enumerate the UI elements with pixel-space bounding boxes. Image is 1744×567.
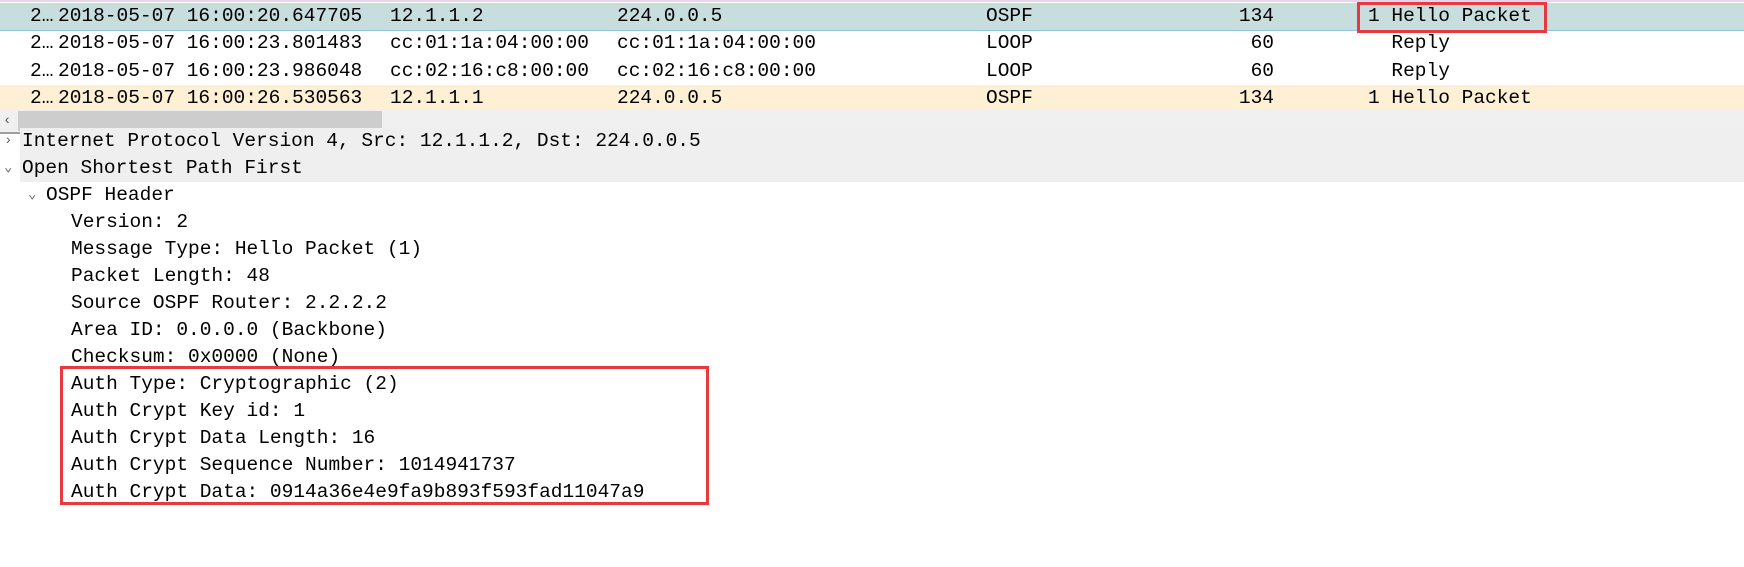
packet-src: cc:02:16:c8:00:00	[390, 59, 589, 82]
packet-src: 12.1.1.2	[390, 5, 484, 27]
packet-proto: OSPF	[986, 87, 1033, 110]
detail-row[interactable]: › Internet Protocol Version 4, Src: 12.1.…	[4, 128, 1744, 155]
packet-time: 2018-05-07 16:00:23.986048	[58, 59, 363, 82]
collapse-arrow-icon[interactable]: ⌄	[4, 155, 12, 182]
detail-row[interactable]: Area ID: 0.0.0.0 (Backbone)	[0, 317, 1744, 344]
packet-info: 1 Hello Packet	[1368, 87, 1532, 110]
packet-time: 2018-05-07 16:00:23.801483	[58, 32, 363, 55]
packet-len: 134	[1238, 87, 1274, 110]
detail-row[interactable]: Version: 2	[0, 209, 1744, 236]
packet-len: 134	[1238, 5, 1274, 27]
detail-row[interactable]: Packet Length: 48	[0, 263, 1744, 290]
packet-no: 2…	[30, 59, 54, 82]
packet-row[interactable]: 2… 2018-05-07 16:00:26.530563 12.1.1.1 224.…	[0, 85, 1744, 112]
packet-info: Reply	[1368, 32, 1450, 55]
highlight-box-info	[1357, 2, 1547, 33]
detail-row[interactable]: Message Type: Hello Packet (1)	[0, 236, 1744, 263]
packet-info: Reply	[1368, 59, 1450, 82]
packet-no: 2…	[30, 5, 54, 27]
detail-text: OSPF Header	[46, 184, 175, 206]
packet-no: 2…	[30, 32, 54, 55]
packet-no: 2…	[30, 87, 54, 110]
highlight-box-auth-fields	[60, 366, 709, 505]
collapse-arrow-icon[interactable]: ⌄	[28, 182, 36, 209]
detail-text: Packet Length: 48	[71, 265, 270, 287]
packet-src: cc:01:1a:04:00:00	[390, 32, 589, 55]
packet-src: 12.1.1.1	[390, 87, 484, 110]
packet-row[interactable]: 2… 2018-05-07 16:00:23.801483 cc:01:1a:04:…	[0, 30, 1744, 57]
detail-text: Source OSPF Router: 2.2.2.2	[71, 292, 387, 314]
detail-text: Version: 2	[71, 211, 189, 233]
packet-proto: LOOP	[986, 32, 1033, 55]
packet-proto: LOOP	[986, 59, 1033, 82]
detail-text: Message Type: Hello Packet (1)	[71, 238, 423, 260]
detail-row[interactable]: ⌄ Open Shortest Path First	[4, 155, 1744, 182]
packet-proto: OSPF	[986, 5, 1033, 27]
packet-len: 60	[1250, 59, 1274, 82]
detail-text: Open Shortest Path First	[22, 157, 303, 179]
packet-dst: 224.0.0.5	[617, 87, 723, 110]
detail-row[interactable]: Source OSPF Router: 2.2.2.2	[0, 290, 1744, 317]
packet-dst: cc:01:1a:04:00:00	[617, 32, 816, 55]
packet-dst: 224.0.0.5	[617, 5, 723, 27]
packet-row[interactable]: 2… 2018-05-07 16:00:23.986048 cc:02:16:c8:…	[0, 58, 1744, 85]
detail-text: Internet Protocol Version 4, Src: 12.1.1…	[22, 130, 701, 152]
packet-time: 2018-05-07 16:00:20.647705	[58, 5, 363, 27]
packet-time: 2018-05-07 16:00:26.530563	[58, 87, 363, 110]
expand-arrow-icon[interactable]: ›	[4, 128, 12, 155]
detail-text: Area ID: 0.0.0.0 (Backbone)	[71, 319, 387, 341]
packet-dst: cc:02:16:c8:00:00	[617, 59, 816, 82]
packet-len: 60	[1250, 32, 1274, 55]
detail-row[interactable]: ⌄ OSPF Header	[0, 182, 1744, 209]
